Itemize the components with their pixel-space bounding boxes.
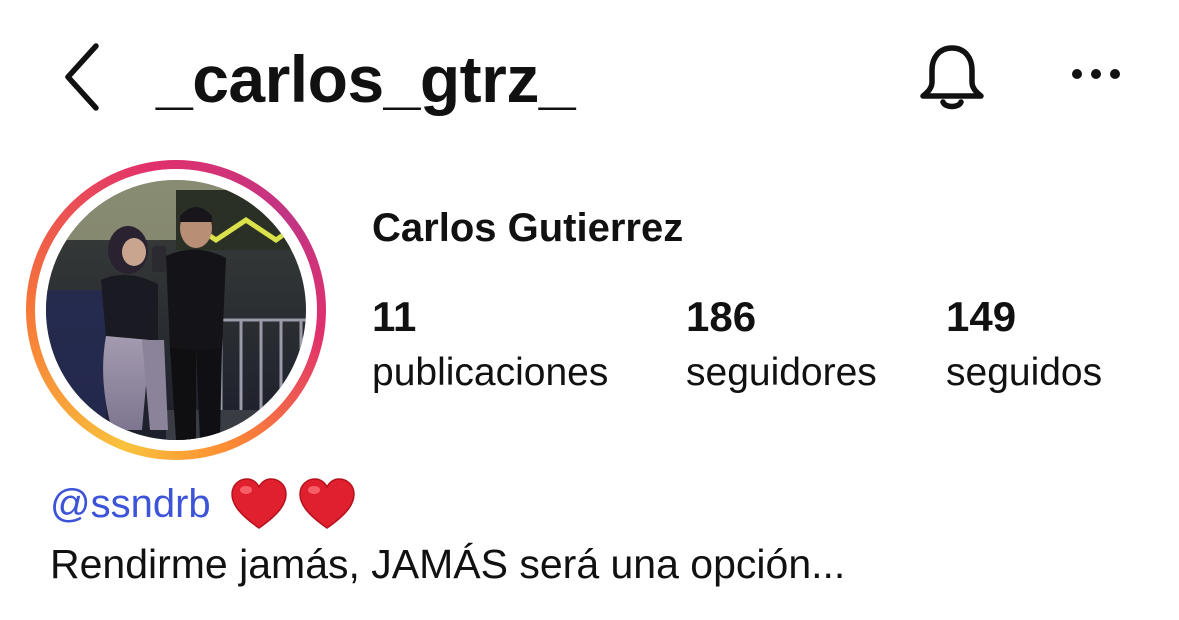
posts-count-label: publicaciones (372, 351, 609, 394)
profile-avatar[interactable] (26, 160, 326, 460)
bell-icon (920, 45, 984, 110)
posts-count: 11 publicaciones (372, 294, 608, 398)
back-button[interactable] (52, 38, 122, 116)
bio-mention-line: @ssndrb (50, 474, 357, 534)
profile-full-name: Carlos Gutierrez (372, 206, 684, 250)
followers-count[interactable]: 186 seguidores (686, 294, 877, 398)
followers-count-value: 186 (686, 293, 757, 340)
heart-icon (298, 478, 355, 529)
chevron-left-icon (65, 43, 99, 111)
ellipsis-icon (1072, 69, 1120, 79)
followers-count-label: seguidores (686, 351, 877, 394)
profile-username: _carlos_gtrz_ (156, 42, 576, 116)
more-options-button[interactable] (1060, 44, 1130, 104)
following-count-label: seguidos (946, 351, 1103, 394)
bio-mention-link[interactable]: @ssndrb (50, 474, 211, 534)
avatar-photo (46, 180, 306, 440)
heart-icon (230, 478, 287, 529)
bio-text: Rendirme jamás, JAMÁS será una opción... (50, 541, 846, 587)
posts-count-value: 11 (372, 293, 417, 340)
following-count[interactable]: 149 seguidos (946, 294, 1102, 398)
notifications-button[interactable] (912, 36, 992, 116)
following-count-value: 149 (946, 293, 1017, 340)
